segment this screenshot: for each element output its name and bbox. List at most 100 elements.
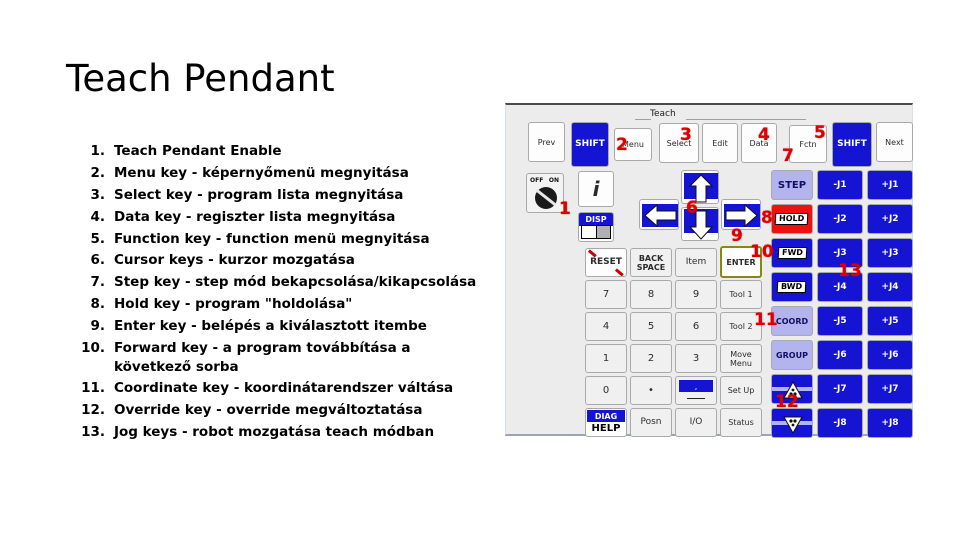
list-item-number: 4. xyxy=(90,208,105,225)
list-item-number: 5. xyxy=(90,230,105,247)
list-item-text: Hold key - program "holdolása" xyxy=(114,296,353,313)
key-select[interactable]: Select xyxy=(659,123,699,163)
list-item-number: 1. xyxy=(90,143,105,159)
key-6[interactable]: 6 xyxy=(675,312,717,341)
list-item-text: Select key - program lista megnyitása xyxy=(114,186,404,203)
key-info[interactable]: i xyxy=(578,171,614,207)
key-override-down[interactable] xyxy=(771,408,813,438)
disp-split-icon xyxy=(581,225,611,239)
cursor-key-left[interactable] xyxy=(639,199,679,230)
list-item: 11. Coordinate key - koordinátarendszer … xyxy=(62,379,492,398)
jog-key-minus-j1[interactable]: -J1 xyxy=(817,170,863,200)
list-item-number: 11. xyxy=(81,380,105,397)
key-status[interactable]: Status xyxy=(720,408,762,437)
list-item: 13. Jog keys - robot mozgatása teach mód… xyxy=(62,423,492,442)
cursor-key-down[interactable] xyxy=(681,207,719,241)
key-coord[interactable]: COORD xyxy=(771,306,813,336)
key-9[interactable]: 9 xyxy=(675,280,717,309)
help-label: HELP xyxy=(591,422,621,434)
minus-icon xyxy=(687,398,705,399)
teach-group-label: Teach xyxy=(650,109,676,119)
key-item[interactable]: Item xyxy=(675,248,717,277)
jog-key-minus-j8[interactable]: -J8 xyxy=(817,408,863,438)
list-item-number: 3. xyxy=(90,186,105,203)
key-tool1[interactable]: Tool 1 xyxy=(720,280,762,309)
list-item: 9. Enter key - belépés a kiválasztott it… xyxy=(62,317,492,336)
key-group[interactable]: GROUP xyxy=(771,340,813,370)
jog-key-minus-j5[interactable]: -J5 xyxy=(817,306,863,336)
jog-key-plus-j1[interactable]: +J1 xyxy=(867,170,913,200)
key-4[interactable]: 4 xyxy=(585,312,627,341)
list-item-text: Teach Pendant Enable xyxy=(114,143,282,159)
jog-key-plus-j6[interactable]: +J6 xyxy=(867,340,913,370)
key-set-up[interactable]: Set Up xyxy=(720,376,762,405)
cursor-key-right[interactable] xyxy=(721,199,761,230)
key-posn[interactable]: Posn xyxy=(630,408,672,437)
key-0[interactable]: 0 xyxy=(585,376,627,405)
key-move-menu[interactable]: Move Menu xyxy=(720,344,762,373)
key-shift-left[interactable]: SHIFT xyxy=(571,122,609,167)
jog-key-plus-j5[interactable]: +J5 xyxy=(867,306,913,336)
key-io[interactable]: I/O xyxy=(675,408,717,437)
jog-key-minus-j2[interactable]: -J2 xyxy=(817,204,863,234)
list-item: 3. Select key - program lista megnyitása xyxy=(62,186,492,205)
page-title: Teach Pendant xyxy=(66,57,335,100)
feature-list: 1. Teach Pendant Enable 2. Menu key - ké… xyxy=(62,142,492,445)
key-comma-minus[interactable]: , xyxy=(675,376,717,405)
key-prev[interactable]: Prev xyxy=(528,122,565,162)
key-8[interactable]: 8 xyxy=(630,280,672,309)
reset-slash-icon xyxy=(615,267,624,276)
jog-key-minus-j4[interactable]: -J4 xyxy=(817,272,863,302)
list-item-number: 8. xyxy=(90,296,105,313)
arrow-up-icon xyxy=(684,173,718,203)
reset-label: RESET xyxy=(590,257,622,267)
jog-key-minus-j7[interactable]: -J7 xyxy=(817,374,863,404)
jog-key-minus-j3[interactable]: -J3 xyxy=(817,238,863,268)
key-2[interactable]: 2 xyxy=(630,344,672,373)
key-disp[interactable]: DISP xyxy=(578,212,614,242)
key-dot[interactable]: • xyxy=(630,376,672,405)
list-item-number: 13. xyxy=(81,424,105,441)
list-item-number: 6. xyxy=(90,252,105,269)
key-fwd[interactable]: FWD xyxy=(771,238,813,268)
key-bwd[interactable]: BWD xyxy=(771,272,813,302)
comma-label: , xyxy=(679,380,713,393)
key-data[interactable]: Data xyxy=(741,123,777,163)
key-next[interactable]: Next xyxy=(876,122,913,162)
teach-pendant-image: Teach Prev SHIFT Menu Select Edit Data F… xyxy=(505,103,913,438)
key-reset[interactable]: RESET xyxy=(585,248,627,277)
jog-key-plus-j7[interactable]: +J7 xyxy=(867,374,913,404)
jog-key-plus-j2[interactable]: +J2 xyxy=(867,204,913,234)
list-item-text: Jog keys - robot mozgatása teach módban xyxy=(114,424,435,441)
triangle-down-icon xyxy=(783,416,803,435)
key-fctn[interactable]: Fctn xyxy=(789,125,827,163)
jog-key-minus-j6[interactable]: -J6 xyxy=(817,340,863,370)
key-5[interactable]: 5 xyxy=(630,312,672,341)
list-item: 5. Function key - function menü megnyitá… xyxy=(62,230,492,249)
key-menu[interactable]: Menu xyxy=(614,128,652,161)
teach-pendant-enable-switch[interactable]: OFF ON xyxy=(526,173,564,213)
key-enter[interactable]: ENTER xyxy=(720,246,762,278)
key-3[interactable]: 3 xyxy=(675,344,717,373)
list-item-text: Menu key - képernyőmenü megnyitása xyxy=(114,164,409,181)
key-step[interactable]: STEP xyxy=(771,170,813,200)
jog-key-plus-j3[interactable]: +J3 xyxy=(867,238,913,268)
list-item-text: Override key - override megváltoztatása xyxy=(114,402,423,419)
cursor-key-up[interactable] xyxy=(681,170,719,204)
list-item-text: Cursor keys - kurzor mozgatása xyxy=(114,252,355,269)
list-item-text: Coordinate key - koordinátarendszer vált… xyxy=(114,380,454,397)
jog-key-plus-j8[interactable]: +J8 xyxy=(867,408,913,438)
key-shift-right[interactable]: SHIFT xyxy=(832,122,872,167)
key-hold[interactable]: HOLD xyxy=(771,204,813,234)
jog-key-plus-j4[interactable]: +J4 xyxy=(867,272,913,302)
list-item-text: Function key - function menü megnyitása xyxy=(114,230,430,247)
key-backspace[interactable]: BACK SPACE xyxy=(630,248,672,277)
key-override-up[interactable] xyxy=(771,374,813,404)
key-diag-help[interactable]: DIAG HELP xyxy=(585,408,627,437)
key-tool2[interactable]: Tool 2 xyxy=(720,312,762,341)
key-7[interactable]: 7 xyxy=(585,280,627,309)
bwd-label: BWD xyxy=(777,281,807,293)
key-edit[interactable]: Edit xyxy=(702,123,738,163)
key-1[interactable]: 1 xyxy=(585,344,627,373)
list-item: 6. Cursor keys - kurzor mozgatása xyxy=(62,251,492,270)
